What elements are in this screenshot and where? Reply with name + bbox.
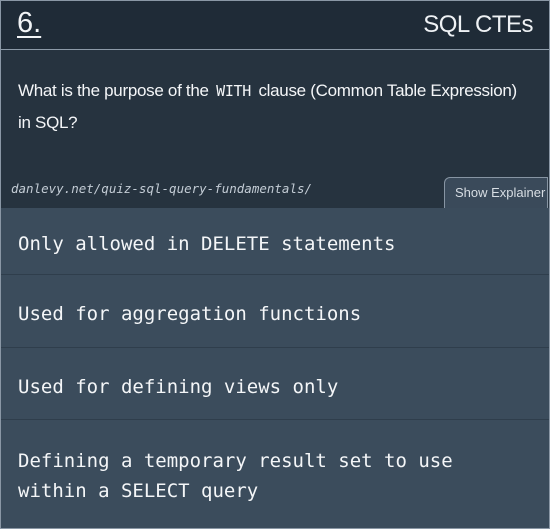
- answer-option-2[interactable]: Used for aggregation functions: [1, 275, 549, 348]
- quiz-header: 6. SQL CTEs: [1, 1, 549, 50]
- answer-option-1[interactable]: Only allowed in DELETE statements: [1, 208, 549, 275]
- show-explainer-button[interactable]: Show Explainer: [444, 177, 548, 208]
- question-panel: What is the purpose of the WITH clause (…: [1, 50, 549, 208]
- question-number-link[interactable]: 6.: [17, 7, 41, 40]
- answer-list: Only allowed in DELETE statements Used f…: [1, 208, 549, 523]
- quiz-source-link[interactable]: danlevy.net/quiz-sql-query-fundamentals/: [11, 181, 312, 196]
- quiz-topic-title: SQL CTEs: [423, 11, 533, 38]
- answer-option-3[interactable]: Used for defining views only: [1, 348, 549, 420]
- question-text: What is the purpose of the WITH clause (…: [18, 75, 518, 138]
- inline-code-keyword: WITH: [216, 82, 252, 100]
- quiz-card: 6. SQL CTEs What is the purpose of the W…: [0, 0, 550, 529]
- question-text-start: What is the purpose of the: [18, 81, 209, 100]
- answer-option-4[interactable]: Defining a temporary result set to use w…: [1, 420, 549, 523]
